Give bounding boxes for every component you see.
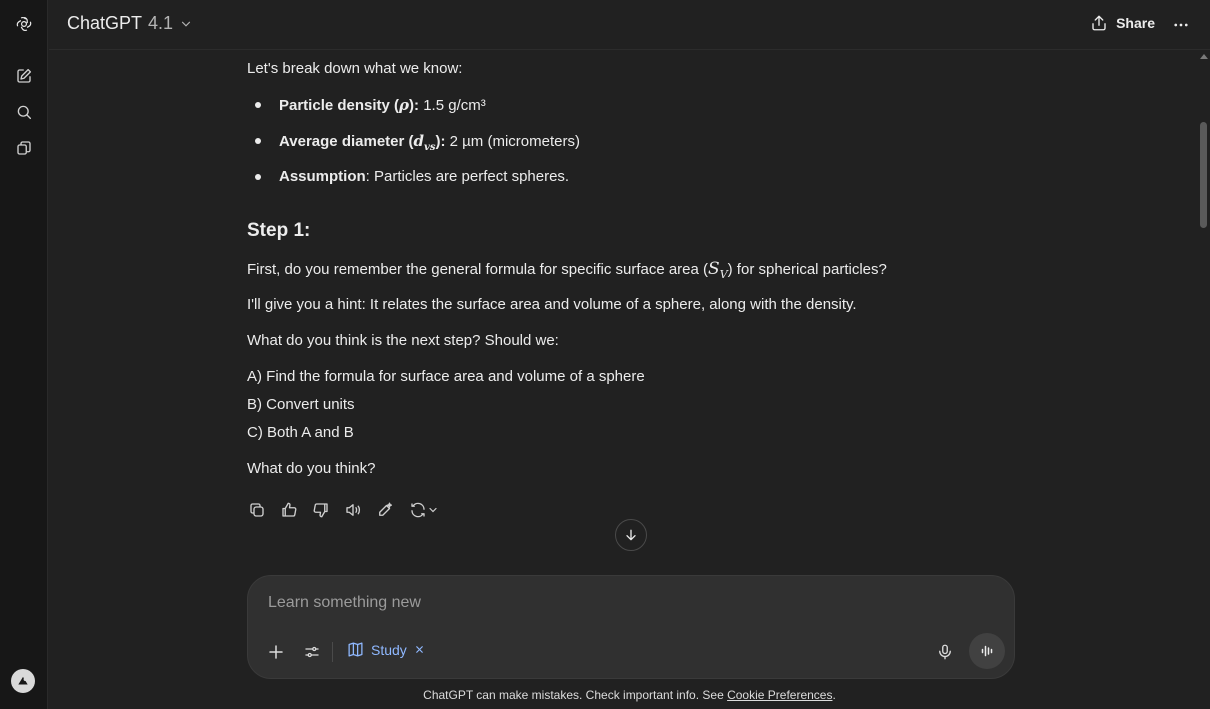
cookie-preferences-link[interactable]: Cookie Preferences	[727, 688, 832, 702]
prompt-input[interactable]	[268, 594, 868, 612]
paragraph-question: What do you think is the next step? Shou…	[247, 332, 559, 349]
option-a: A) Find the formula for surface area and…	[247, 368, 645, 385]
paragraph-hint: I'll give you a hint: It relates the sur…	[247, 296, 857, 313]
step-heading: Step 1:	[247, 220, 311, 241]
new-chat-icon[interactable]	[10, 62, 38, 90]
openai-logo-icon[interactable]	[10, 10, 38, 38]
model-selector[interactable]: ChatGPT 4.1	[67, 13, 193, 34]
voice-mode-icon[interactable]	[969, 633, 1005, 669]
tools-icon[interactable]	[298, 638, 326, 666]
thumbs-up-icon[interactable]	[279, 499, 299, 521]
scrollbar-up-arrow[interactable]	[1200, 54, 1208, 59]
copy-icon[interactable]	[247, 499, 267, 521]
header: ChatGPT 4.1 Share	[49, 0, 1210, 50]
bullet-dot	[255, 102, 261, 108]
share-button[interactable]: Share	[1090, 14, 1155, 32]
share-icon	[1092, 15, 1106, 31]
read-aloud-icon[interactable]	[343, 499, 363, 521]
message-actions	[247, 499, 441, 521]
study-mode-chip[interactable]: Study	[347, 641, 425, 658]
close-icon[interactable]	[414, 644, 425, 655]
edit-in-canvas-icon[interactable]	[375, 499, 395, 521]
model-version: 4.1	[148, 13, 174, 33]
disclaimer: ChatGPT can make mistakes. Check importa…	[423, 688, 836, 702]
microphone-icon[interactable]	[931, 638, 959, 666]
model-name: ChatGPT	[67, 13, 143, 33]
composer-divider	[332, 642, 333, 662]
library-icon[interactable]	[10, 134, 38, 162]
search-icon[interactable]	[10, 98, 38, 126]
bullet-assumption: Assumption: Particles are perfect sphere…	[279, 168, 570, 185]
bullet-dot	[255, 138, 261, 144]
option-c: C) Both A and B	[247, 424, 354, 441]
composer: Study	[247, 575, 1015, 679]
arrow-down-icon	[626, 529, 636, 541]
paragraph-formula: First, do you remember the general formu…	[247, 259, 887, 281]
chevron-down-icon	[181, 21, 191, 27]
message-closing: What do you think?	[247, 460, 376, 477]
option-b: B) Convert units	[247, 396, 355, 413]
book-icon	[348, 642, 363, 657]
sidebar	[0, 0, 48, 709]
message-intro: Let's break down what we know:	[247, 60, 463, 77]
more-options-icon[interactable]	[1168, 12, 1194, 38]
bullet-diameter: Average diameter (dvs): 2 µm (micrometer…	[279, 132, 580, 153]
study-label: Study	[371, 641, 407, 658]
bullet-dot	[255, 174, 261, 180]
thumbs-down-icon[interactable]	[311, 499, 331, 521]
add-icon[interactable]	[262, 638, 290, 666]
regenerate-icon[interactable]	[407, 499, 441, 521]
bullet-density: Particle density (ρ): 1.5 g/cm³	[279, 96, 486, 114]
share-label: Share	[1116, 15, 1155, 31]
scrollbar-thumb[interactable]	[1200, 122, 1207, 228]
scroll-to-bottom-button[interactable]	[615, 519, 647, 551]
